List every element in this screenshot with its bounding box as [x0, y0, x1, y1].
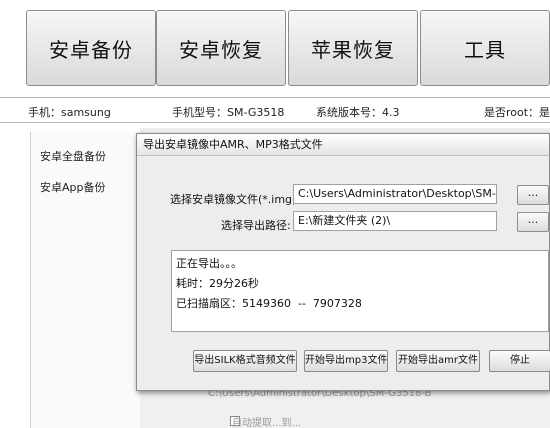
phone-model-label: 手机型号：SM-G3518	[172, 106, 285, 119]
tab-apple-restore[interactable]: 苹果恢复	[288, 10, 418, 86]
system-version-label: 系统版本号：4.3	[316, 106, 400, 119]
export-path-label: 选择导出路径:	[221, 219, 291, 232]
stop-button[interactable]: 停止	[489, 350, 550, 372]
export-dialog: 导出安卓镜像中AMR、MP3格式文件 选择安卓镜像文件(*.img): C:\U…	[136, 133, 550, 391]
divider	[0, 97, 550, 98]
export-silk-button[interactable]: 导出SILK格式音频文件	[193, 350, 297, 372]
background-option-label: 自动提取...到...	[232, 418, 302, 428]
image-file-input[interactable]: C:\Users\Administrator\Desktop\SM-G351	[293, 184, 497, 204]
log-sectors-line: 已扫描扇区：5149360 -- 7907328	[176, 297, 362, 310]
log-elapsed-line: 耗时：29分26秒	[176, 277, 259, 290]
sidebar	[30, 132, 140, 428]
browse-export-button[interactable]: ...	[517, 212, 549, 232]
export-mp3-button[interactable]: 开始导出mp3文件	[304, 350, 388, 372]
tab-android-restore[interactable]: 安卓恢复	[156, 10, 286, 86]
sidebar-item-app-backup[interactable]: 安卓App备份	[40, 179, 106, 195]
phone-brand-label: 手机：samsung	[28, 106, 111, 119]
root-status-label: 是否root：是	[484, 106, 550, 119]
export-amr-button[interactable]: 开始导出amr文件	[396, 350, 480, 372]
image-file-label: 选择安卓镜像文件(*.img):	[170, 193, 301, 206]
browse-image-button[interactable]: ...	[517, 185, 549, 205]
divider	[0, 122, 550, 123]
log-status-line: 正在导出。。。	[176, 257, 242, 270]
tab-tools[interactable]: 工具	[420, 10, 550, 86]
progress-log: 正在导出。。。 耗时：29分26秒 已扫描扇区：5149360 -- 79073…	[171, 250, 549, 332]
export-path-input[interactable]: E:\新建文件夹 (2)\	[293, 211, 497, 231]
dialog-title: 导出安卓镜像中AMR、MP3格式文件	[137, 134, 549, 156]
sidebar-item-full-backup[interactable]: 安卓全盘备份	[40, 148, 106, 164]
tab-android-backup[interactable]: 安卓备份	[26, 10, 156, 86]
